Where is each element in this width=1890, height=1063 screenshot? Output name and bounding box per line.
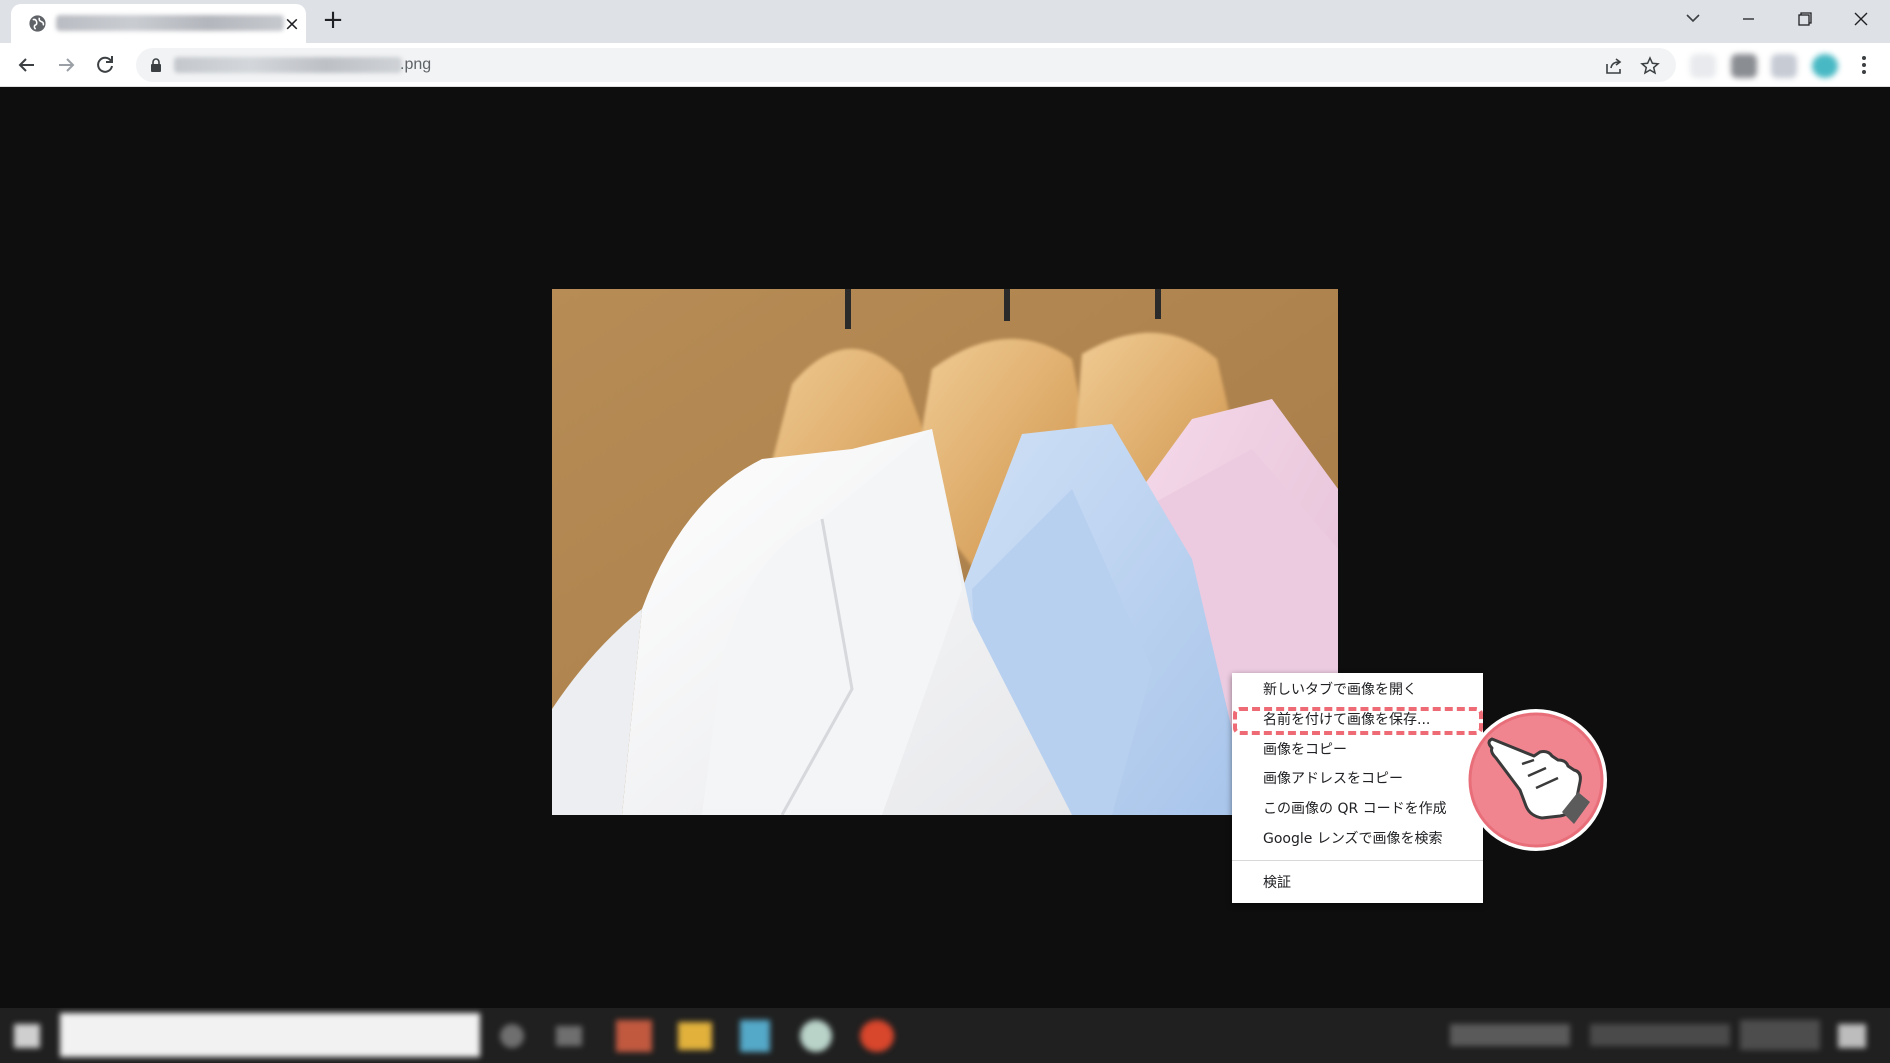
restore-button[interactable] (1787, 6, 1821, 32)
taskbar-app-icon[interactable] (860, 1020, 894, 1052)
kebab-menu-icon[interactable] (1854, 53, 1874, 77)
start-button[interactable] (14, 1024, 40, 1048)
menu-create-qr-code[interactable]: この画像の QR コードを作成 (1263, 800, 1447, 818)
close-window-button[interactable] (1844, 6, 1878, 32)
menu-search-google-lens[interactable]: Google レンズで画像を検索 (1263, 830, 1443, 848)
system-tray-icons[interactable] (1590, 1024, 1730, 1046)
chrome-icon[interactable] (800, 1020, 832, 1052)
task-view-icon[interactable] (556, 1026, 582, 1046)
notification-icon[interactable] (1838, 1024, 1866, 1048)
windows-taskbar (0, 1008, 1890, 1063)
star-icon[interactable] (1640, 56, 1660, 76)
address-bar[interactable]: .png (136, 48, 1676, 82)
extension-icon[interactable] (1771, 54, 1797, 78)
menu-copy-image[interactable]: 画像をコピー (1263, 741, 1347, 759)
reload-icon[interactable] (92, 52, 118, 78)
browser-tab[interactable]: × (11, 4, 306, 43)
tab-strip: × + (0, 0, 1890, 43)
file-explorer-icon[interactable] (678, 1022, 712, 1050)
extension-icon[interactable] (1690, 54, 1716, 78)
arrow-right-icon[interactable] (53, 52, 79, 78)
image-viewer (0, 87, 1890, 1008)
share-icon[interactable] (1604, 56, 1624, 76)
extension-icon[interactable] (1731, 54, 1757, 78)
arrow-left-icon[interactable] (14, 52, 40, 78)
profile-avatar[interactable] (1812, 54, 1838, 78)
tab-close-button[interactable]: × (282, 14, 302, 34)
clock[interactable] (1740, 1020, 1820, 1050)
cortana-icon[interactable] (500, 1024, 524, 1048)
menu-copy-image-address[interactable]: 画像アドレスをコピー (1263, 770, 1403, 788)
shirts-on-hangers-image[interactable] (552, 289, 1338, 815)
url-blurred (174, 57, 402, 73)
taskbar-search-box[interactable] (60, 1013, 480, 1057)
minimize-button[interactable] (1731, 6, 1765, 32)
tab-search-button[interactable] (1676, 6, 1710, 32)
globe-icon (29, 15, 46, 32)
lock-icon (151, 58, 161, 72)
menu-inspect[interactable]: 検証 (1263, 874, 1291, 892)
url-suffix: .png (400, 56, 432, 73)
browser-toolbar: .png (0, 43, 1890, 87)
taskbar-app-icon[interactable] (740, 1020, 770, 1052)
new-tab-button[interactable]: + (320, 7, 346, 34)
pointing-hand-icon (1465, 709, 1607, 851)
menu-open-image-new-tab[interactable]: 新しいタブで画像を開く (1263, 681, 1417, 699)
tab-title-blurred (56, 15, 284, 31)
weather-widget[interactable] (1450, 1024, 1570, 1046)
taskbar-app-icon[interactable] (616, 1020, 652, 1052)
save-image-highlight (1233, 707, 1483, 735)
menu-separator (1232, 860, 1483, 861)
